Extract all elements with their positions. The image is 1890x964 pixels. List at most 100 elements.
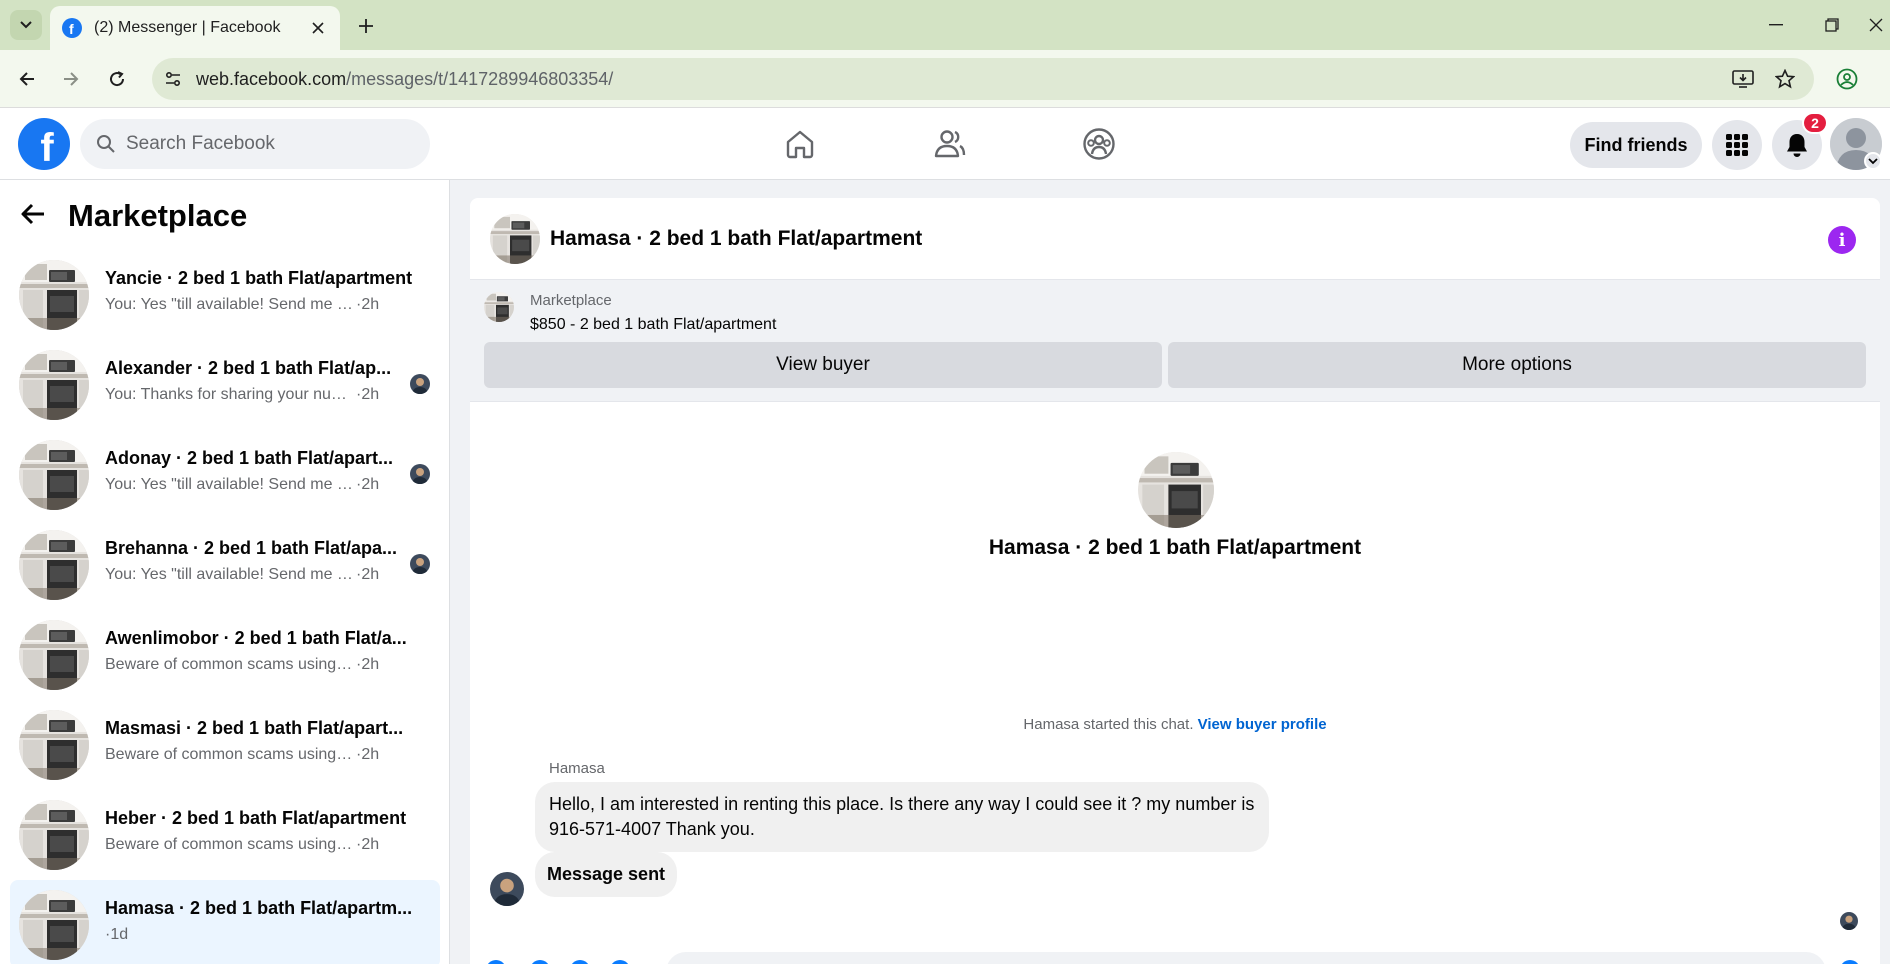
new-tab-button[interactable]	[352, 12, 380, 40]
menu-button[interactable]	[1712, 120, 1762, 170]
url-domain: web.facebook.com	[196, 69, 347, 89]
conversation-thumbnail	[19, 440, 89, 510]
message-bubble[interactable]: Hello, I am interested in renting this p…	[535, 782, 1269, 852]
conversation-item[interactable]: Alexander · 2 bed 1 bath Flat/ap... You: …	[10, 340, 440, 428]
friends-nav-button[interactable]	[928, 122, 972, 166]
listing-photo	[19, 800, 89, 870]
browser-tab-bar: f (2) Messenger | Facebook	[0, 0, 1890, 50]
conversation-time: ·2h	[356, 476, 380, 493]
tab-title: (2) Messenger | Facebook	[94, 19, 281, 36]
account-menu-chevron[interactable]	[1864, 152, 1882, 170]
close-tab-icon[interactable]	[308, 18, 328, 38]
browser-toolbar: web.facebook.com/messages/t/141728994680…	[0, 50, 1890, 108]
url-text: web.facebook.com/messages/t/141728994680…	[196, 69, 613, 90]
listing-photo	[19, 350, 89, 420]
groups-nav-button[interactable]	[1077, 122, 1121, 166]
conversation-item[interactable]: Yancie · 2 bed 1 bath Flat/apartment You:…	[10, 250, 440, 338]
conversation-name: Awenlimobor · 2 bed 1 bath Flat/a...	[105, 628, 407, 648]
conversation-item[interactable]: Awenlimobor · 2 bed 1 bath Flat/a... Bewa…	[10, 610, 440, 698]
sidebar-header: Marketplace	[20, 194, 247, 238]
conversation-item[interactable]: Hamasa · 2 bed 1 bath Flat/apartm... ·1d	[10, 880, 440, 964]
chat-header: Hamasa · 2 bed 1 bath Flat/apartment i	[470, 198, 1880, 280]
message-bubble[interactable]: Message sent	[535, 852, 678, 897]
listing-photo	[19, 260, 89, 330]
back-arrow-button[interactable]	[20, 202, 46, 231]
conversation-list-panel: Marketplace Yancie · 2 bed 1 bath Flat/a…	[0, 180, 450, 964]
marketplace-listing-card: Marketplace $850 - 2 bed 1 bath Flat/apa…	[470, 280, 1880, 402]
more-options-button[interactable]: More options	[1168, 342, 1866, 388]
forward-button[interactable]	[56, 64, 86, 94]
sender-avatar[interactable]	[490, 872, 524, 906]
conversation-item[interactable]: Heber · 2 bed 1 bath Flat/apartment Bewar…	[10, 790, 440, 878]
listing-price-title[interactable]: $850 - 2 bed 1 bath Flat/apartment	[530, 316, 776, 334]
sender-name: Hamasa	[549, 760, 605, 777]
search-icon	[97, 135, 115, 153]
chat-window: Hamasa · 2 bed 1 bath Flat/apartment i M…	[470, 198, 1880, 964]
address-bar[interactable]: web.facebook.com/messages/t/141728994680…	[152, 58, 1814, 100]
browser-tab[interactable]: f (2) Messenger | Facebook	[50, 6, 340, 50]
seen-avatar	[410, 554, 430, 574]
svg-text:f: f	[69, 21, 74, 35]
chevron-down-icon	[20, 21, 32, 29]
plus-icon	[359, 19, 373, 33]
search-input[interactable]: Search Facebook	[126, 133, 275, 155]
home-nav-button[interactable]	[778, 122, 822, 166]
conversation-preview: Beware of common scams using pay...	[105, 746, 355, 763]
friends-icon	[934, 130, 966, 158]
minimize-button[interactable]	[1756, 10, 1796, 40]
conversation-thumbnail	[19, 260, 89, 330]
view-buyer-button[interactable]: View buyer	[484, 342, 1162, 388]
notification-badge: 2	[1802, 112, 1828, 134]
listing-photo	[1138, 452, 1214, 528]
person-avatar	[1840, 912, 1858, 930]
person-avatar	[410, 554, 430, 574]
restore-icon	[1825, 18, 1839, 32]
profile-chrome-button[interactable]	[1832, 64, 1862, 94]
search-bar[interactable]: Search Facebook	[80, 119, 430, 169]
bookmark-star-icon[interactable]	[1774, 68, 1796, 90]
arrow-left-icon	[21, 203, 44, 224]
conversation-thumbnail	[19, 890, 89, 960]
facebook-logo[interactable]: f	[18, 118, 70, 170]
conversation-preview: You: Yes "till available! Send me your .…	[105, 296, 355, 313]
chat-title[interactable]: Hamasa · 2 bed 1 bath Flat/apartment	[550, 227, 922, 251]
facebook-f-icon: f	[40, 125, 54, 170]
conversation-thumbnail	[19, 530, 89, 600]
listing-thumbnail[interactable]	[484, 292, 514, 322]
conversation-preview: You: Thanks for sharing your number	[105, 386, 355, 403]
find-friends-button[interactable]: Find friends	[1570, 122, 1702, 168]
conversation-avatar-large	[1138, 452, 1214, 528]
conversation-item[interactable]: Brehanna · 2 bed 1 bath Flat/apa... You: …	[10, 520, 440, 608]
back-button[interactable]	[12, 64, 42, 94]
tab-search-button[interactable]	[10, 10, 42, 40]
facebook-header: f Search Facebook Find friends	[0, 108, 1890, 180]
listing-photo	[490, 214, 540, 264]
conversation-title: Hamasa · 2 bed 1 bath Flat/apartment	[988, 536, 1362, 559]
conversation-name: Adonay · 2 bed 1 bath Flat/apart...	[105, 448, 394, 468]
install-app-icon[interactable]	[1732, 68, 1754, 90]
conversation-thumbnail	[19, 710, 89, 780]
conversation-preview: You: Yes "till available! Send me yo...	[105, 566, 355, 583]
info-icon[interactable]: i	[1828, 226, 1856, 254]
listing-photo	[19, 530, 89, 600]
chevron-down-icon	[1868, 158, 1878, 165]
conversation-time: ·2h	[356, 746, 380, 763]
site-info-icon[interactable]	[162, 68, 184, 90]
view-buyer-profile-link[interactable]: View buyer profile	[1198, 716, 1327, 733]
conversation-time: ·1d	[105, 926, 129, 943]
restore-button[interactable]	[1812, 10, 1852, 40]
account-icon	[1836, 68, 1858, 90]
person-avatar	[410, 374, 430, 394]
close-window-button[interactable]	[1856, 10, 1890, 40]
reload-button[interactable]	[102, 64, 132, 94]
reload-icon	[110, 71, 125, 87]
minimize-icon	[1769, 24, 1783, 26]
sidebar-title: Marketplace	[68, 198, 248, 233]
conversation-name: Alexander · 2 bed 1 bath Flat/ap...	[105, 358, 392, 378]
arrow-right-icon	[64, 72, 79, 86]
conversation-item[interactable]: Masmasi · 2 bed 1 bath Flat/apart... Bewa…	[10, 700, 440, 788]
chat-header-avatar[interactable]	[490, 214, 540, 264]
conversation-item[interactable]: Adonay · 2 bed 1 bath Flat/apart... You: …	[10, 430, 440, 518]
facebook-favicon-icon: f	[62, 18, 82, 38]
arrow-left-icon	[19, 72, 34, 86]
